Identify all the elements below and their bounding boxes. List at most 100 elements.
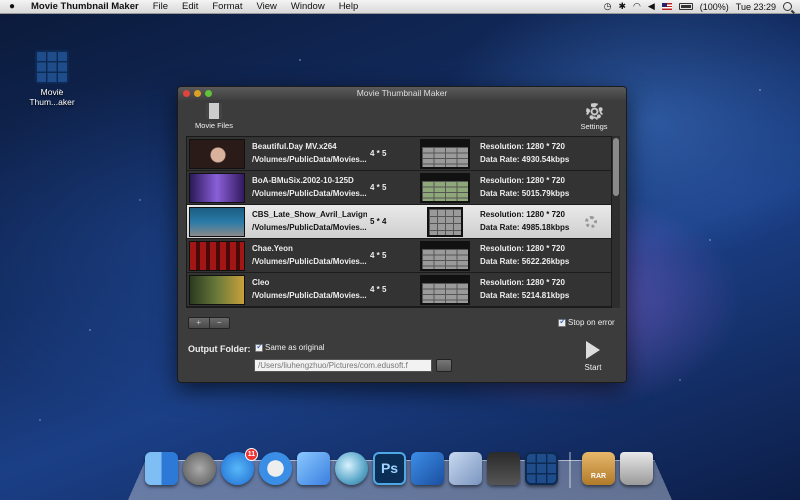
menu-app-name[interactable]: Movie Thumbnail Maker — [24, 0, 146, 14]
movie-data-rate: Data Rate: 4930.54kbps — [480, 155, 570, 164]
movie-path: /Volumes/PublicData/Movies... — [252, 189, 367, 198]
list-item[interactable]: BoA-BMuSix.2002-10-125D /Volumes/PublicD… — [187, 171, 611, 205]
start-label: Start — [584, 363, 602, 372]
grid-preview — [420, 241, 470, 271]
movie-path: /Volumes/PublicData/Movies... — [252, 257, 367, 266]
grid-size[interactable]: 5 * 4 — [370, 217, 386, 226]
output-folder-label: Output Folder: — [188, 344, 251, 354]
wifi-icon[interactable]: ◠ — [633, 1, 641, 12]
scroll-thumb[interactable] — [613, 138, 619, 196]
grid-size[interactable]: 4 * 5 — [370, 285, 386, 294]
movie-path: /Volumes/PublicData/Movies... — [252, 291, 367, 300]
movie-thumbnail-maker-icon[interactable] — [525, 452, 558, 485]
desktop-app-icon[interactable]: Movie Thum...aker — [24, 50, 80, 107]
remove-file-button[interactable]: − — [208, 318, 230, 328]
volume-icon[interactable]: ◀ — [648, 1, 655, 12]
menu-edit[interactable]: Edit — [175, 0, 205, 14]
launchpad-icon[interactable] — [183, 452, 216, 485]
movie-name: CBS_Late_Show_Avril_Lavigne... — [252, 210, 367, 219]
grid-preview — [427, 207, 463, 237]
bluetooth-icon[interactable]: ✱ — [618, 1, 626, 12]
menu-extras: ◷ ✱ ◠ ◀ (100%) Tue 23:29 — [604, 1, 800, 12]
zoom-window-button[interactable] — [205, 90, 212, 97]
movie-data-rate: Data Rate: 4985.18kbps — [480, 223, 570, 232]
row-settings-gear-icon[interactable] — [585, 216, 597, 228]
grid-size[interactable]: 4 * 5 — [370, 251, 386, 260]
finder-icon[interactable] — [145, 452, 178, 485]
trash-icon[interactable] — [620, 452, 653, 485]
gear-icon — [585, 103, 603, 120]
photoshop-icon[interactable]: Ps — [373, 452, 406, 485]
list-item-selected[interactable]: CBS_Late_Show_Avril_Lavigne... /Volumes/… — [187, 205, 611, 239]
input-flag-icon[interactable] — [661, 3, 672, 10]
safari-icon[interactable] — [259, 452, 292, 485]
desktop-icon-label: Movie Thum...aker — [29, 87, 75, 107]
battery-icon[interactable] — [678, 3, 693, 10]
menu-file[interactable]: File — [146, 0, 175, 14]
movie-thumbnail — [189, 241, 245, 271]
stop-on-error-label: Stop on error — [568, 318, 615, 328]
battery-percent: (100%) — [699, 1, 729, 12]
output-path-field[interactable] — [254, 359, 432, 372]
time-machine-icon[interactable]: ◷ — [604, 1, 612, 12]
movie-thumbnail — [189, 275, 245, 305]
movie-app-icon — [35, 50, 69, 84]
movie-resolution: Resolution: 1280 * 720 — [480, 244, 565, 253]
list-item[interactable]: Chae.Yeon /Volumes/PublicData/Movies... … — [187, 239, 611, 273]
title-bar[interactable]: Movie Thumbnail Maker — [178, 87, 626, 100]
xcode-icon[interactable] — [411, 452, 444, 485]
list-item[interactable]: Beautiful.Day MV.x264 /Volumes/PublicDat… — [187, 137, 611, 171]
close-window-button[interactable] — [183, 90, 190, 97]
start-button[interactable]: Start — [578, 341, 608, 372]
movie-resolution: Resolution: 1280 * 720 — [480, 176, 565, 185]
app-store-badge: 11 — [245, 448, 258, 461]
menu-help[interactable]: Help — [332, 0, 366, 14]
toolbar: Movie Files Settings — [178, 100, 626, 134]
settings-button[interactable]: Settings — [574, 103, 614, 131]
dock: 11 Ps RAR — [145, 448, 665, 492]
menu-bar: ● Movie Thumbnail Maker File Edit Format… — [0, 0, 800, 14]
same-as-original-option[interactable]: Same as original — [255, 341, 325, 353]
list-scrollbar[interactable] — [612, 136, 620, 308]
photo-app-icon[interactable] — [487, 452, 520, 485]
stop-on-error-checkbox[interactable] — [558, 316, 567, 327]
blueprint-app-icon[interactable] — [297, 452, 330, 485]
add-file-button[interactable]: + — [189, 318, 209, 328]
minimize-window-button[interactable] — [194, 90, 201, 97]
spotlight-search-icon[interactable] — [783, 2, 792, 11]
grid-size[interactable]: 4 * 5 — [370, 149, 386, 158]
movie-thumbnail — [189, 139, 245, 169]
same-as-original-label: Same as original — [265, 343, 325, 353]
browse-folder-button[interactable] — [436, 359, 452, 372]
window-controls — [183, 90, 212, 97]
film-icon — [206, 103, 222, 119]
apple-menu-icon[interactable]: ● — [0, 1, 24, 12]
movie-name: Beautiful.Day MV.x264 — [252, 142, 337, 151]
movie-files-button[interactable]: Movie Files — [194, 103, 234, 130]
rar-archive-icon[interactable]: RAR — [582, 452, 615, 485]
instruments-icon[interactable] — [449, 452, 482, 485]
movie-data-rate: Data Rate: 5015.79kbps — [480, 189, 570, 198]
movie-files-label: Movie Files — [195, 121, 233, 130]
menu-clock[interactable]: Tue 23:29 — [736, 2, 776, 12]
globe-app-icon[interactable] — [335, 452, 368, 485]
movie-name: BoA-BMuSix.2002-10-125D — [252, 176, 354, 185]
movie-list[interactable]: Beautiful.Day MV.x264 /Volumes/PublicDat… — [186, 136, 612, 308]
movie-resolution: Resolution: 1280 * 720 — [480, 210, 565, 219]
grid-preview — [420, 139, 470, 169]
movie-data-rate: Data Rate: 5214.81kbps — [480, 291, 570, 300]
menu-format[interactable]: Format — [205, 0, 249, 14]
list-item[interactable]: Cleo /Volumes/PublicData/Movies... 4 * 5… — [187, 273, 611, 307]
menu-window[interactable]: Window — [284, 0, 332, 14]
movie-path: /Volumes/PublicData/Movies... — [252, 155, 367, 164]
movie-thumbnail — [189, 207, 245, 237]
app-store-icon[interactable]: 11 — [221, 448, 258, 485]
grid-size[interactable]: 4 * 5 — [370, 183, 386, 192]
stop-on-error-option[interactable]: Stop on error — [558, 316, 615, 328]
same-as-original-checkbox[interactable] — [255, 341, 264, 352]
movie-name: Cleo — [252, 278, 270, 287]
menu-view[interactable]: View — [249, 0, 283, 14]
movie-thumbnail — [189, 173, 245, 203]
add-remove-control: + − — [188, 317, 230, 329]
grid-preview — [420, 173, 470, 203]
